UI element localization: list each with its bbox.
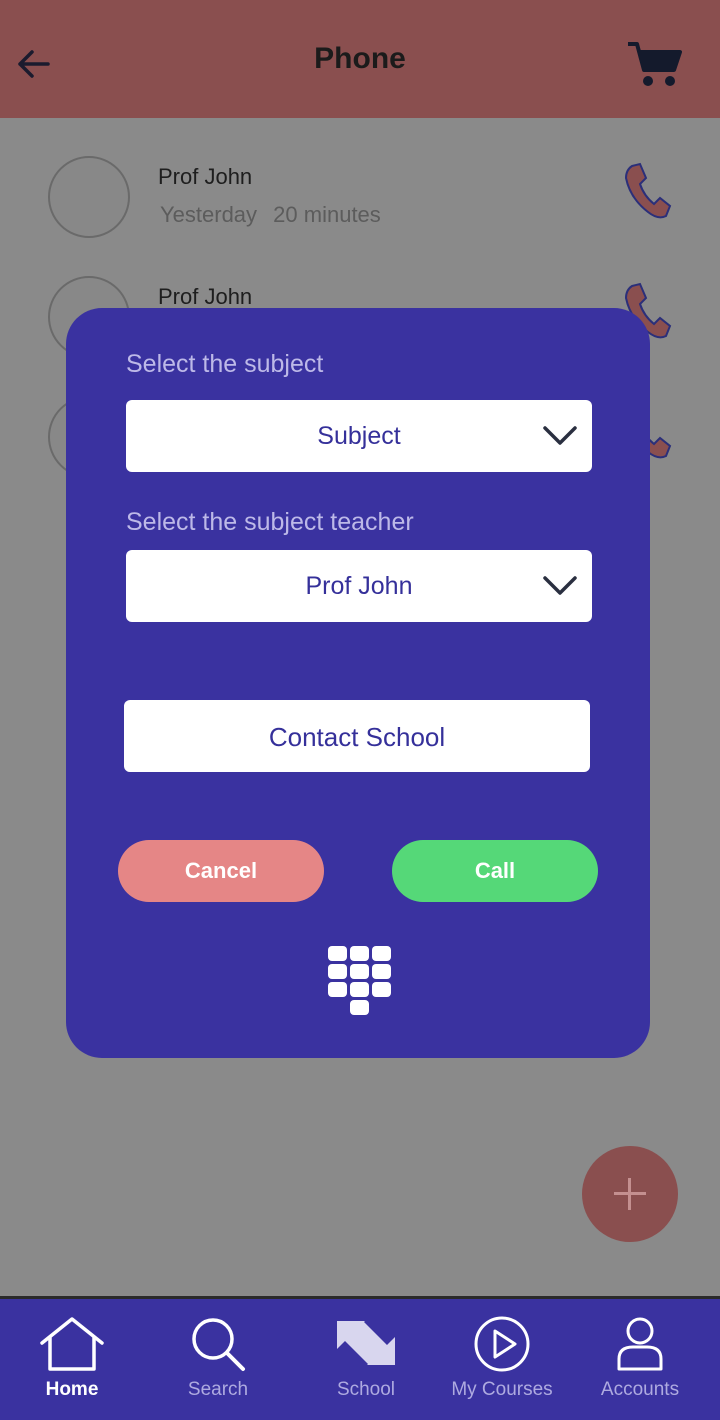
chevron-down-icon [543,426,577,445]
tab-school-label: School [336,1379,396,1400]
tab-accounts-label: Accounts [600,1379,680,1400]
call-label: Call [474,858,516,883]
call-row[interactable]: Prof John Yesterday 20 minutes [0,118,720,238]
cancel-button[interactable]: Cancel [118,840,324,902]
avatar [48,156,130,238]
tab-accounts[interactable]: Accounts [570,1299,710,1420]
teacher-select[interactable]: Prof John [126,550,592,622]
contact-school-label: Contact School [268,722,446,752]
home-icon [40,1317,104,1371]
play-circle-icon [474,1316,530,1372]
tab-my-courses[interactable]: My Courses [432,1299,572,1420]
contact-school-button[interactable]: Contact School [124,700,590,772]
teacher-select-value: Prof John [305,572,413,600]
bottom-tab-bar: Home Search School My Courses Accounts [0,1296,720,1420]
cancel-label: Cancel [184,858,258,883]
app-header: Phone [0,0,720,118]
teacher-label: Select the subject teacher [126,508,414,536]
cart-icon[interactable] [626,40,682,88]
tab-my-courses-label: My Courses [451,1379,553,1400]
subject-label: Select the subject [126,350,324,378]
call-duration: 20 minutes [273,202,381,227]
caller-name: Prof John [158,164,253,189]
search-icon [192,1318,245,1371]
phone-icon[interactable] [620,162,672,222]
page-title: Phone [314,42,406,75]
keypad-icon[interactable] [326,944,392,1022]
tab-search-label: Search [187,1379,249,1400]
call-dialog: Select the subject Subject Select the su… [66,308,650,1058]
school-icon [337,1321,395,1365]
subject-select-value: Subject [317,422,401,450]
call-day: Yesterday [160,202,258,227]
call-button[interactable]: Call [392,840,598,902]
tab-search[interactable]: Search [148,1299,288,1420]
tab-home[interactable]: Home [2,1299,142,1420]
caller-name: Prof John [158,284,253,309]
tab-school[interactable]: School [296,1299,436,1420]
user-icon [617,1317,663,1371]
call-meta: Yesterday 20 minutes [160,202,381,228]
tab-home-label: Home [45,1379,99,1400]
add-call-button[interactable] [582,1146,678,1242]
subject-select[interactable]: Subject [126,400,592,472]
chevron-down-icon [543,576,577,595]
